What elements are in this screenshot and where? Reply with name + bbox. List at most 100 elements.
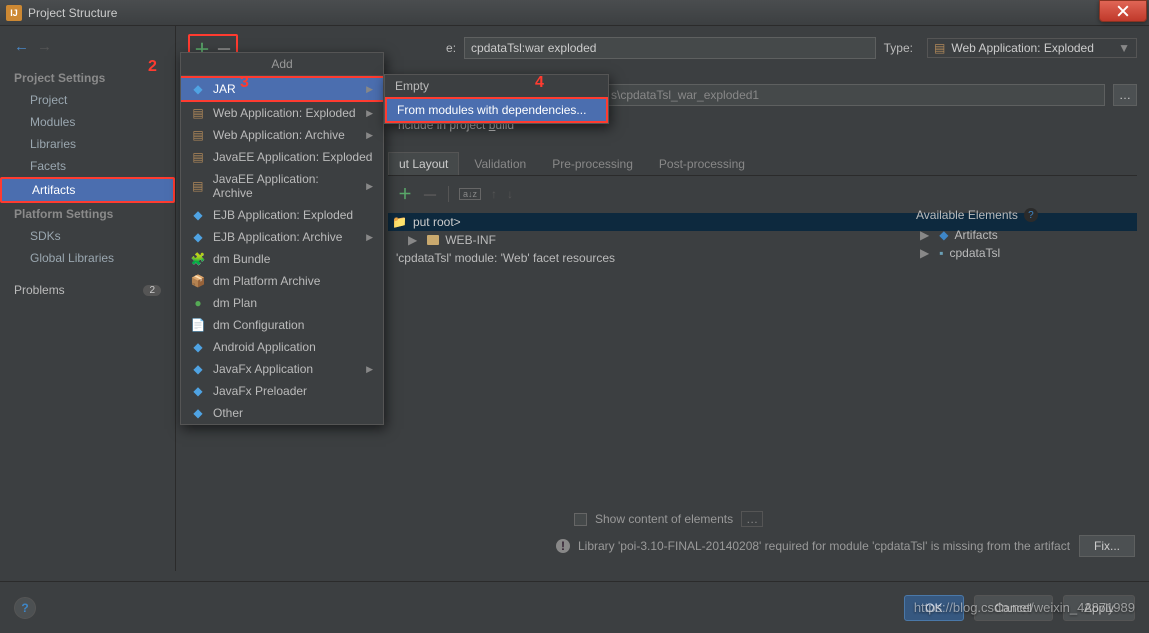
menu-item-dm-plan[interactable]: ●dm Plan — [181, 292, 383, 314]
sidebar-item-artifacts[interactable]: Artifacts — [0, 177, 175, 203]
folder-icon: 📁 — [392, 215, 407, 229]
add-menu-title: Add — [181, 53, 383, 76]
expand-icon[interactable]: ▶ — [920, 246, 929, 260]
submenu-arrow-icon: ▶ — [366, 364, 373, 375]
annotation-4: 4 — [535, 74, 544, 92]
platform-icon: 📦 — [191, 274, 205, 288]
other-icon: ◆ — [191, 406, 205, 420]
add-menu: Add ◆JAR▶ ▤Web Application: Exploded▶ ▤W… — [180, 52, 384, 425]
web-icon: ▤ — [191, 128, 205, 142]
menu-item-dm-bundle[interactable]: 🧩dm Bundle — [181, 248, 383, 270]
menu-item-android[interactable]: ◆Android Application — [181, 336, 383, 358]
show-content-checkbox[interactable] — [574, 513, 587, 526]
menu-item-dm-platform[interactable]: 📦dm Platform Archive — [181, 270, 383, 292]
annotation-2: 2 — [148, 58, 157, 76]
menu-item-javaee-exploded[interactable]: ▤JavaEE Application: Exploded — [181, 146, 383, 168]
problems-label: Problems — [14, 283, 65, 297]
javafx-icon: ◆ — [191, 362, 205, 376]
menu-item-ejb-archive[interactable]: ◆EJB Application: Archive▶ — [181, 226, 383, 248]
sort-icon[interactable]: a↓z — [459, 188, 481, 200]
sidebar: ← → 2 Project Settings Project Modules L… — [0, 26, 175, 571]
expand-icon[interactable]: ▶ — [408, 233, 417, 247]
type-label: Type: — [884, 41, 913, 55]
titlebar: IJ Project Structure — [0, 0, 1149, 26]
available-module[interactable]: ▶ ▪ cpdataTsl — [916, 244, 1149, 262]
android-icon: ◆ — [191, 340, 205, 354]
layout-add-icon[interactable]: ＋ — [398, 184, 412, 204]
warning-row: ! Library 'poi-3.10-FINAL-20140208' requ… — [556, 535, 1135, 557]
available-elements: Available Elements ? ▶ ◆ Artifacts ▶ ▪ c… — [916, 204, 1149, 262]
menu-item-javafx-preloader[interactable]: ◆JavaFx Preloader — [181, 380, 383, 402]
javafx-icon: ◆ — [191, 384, 205, 398]
watermark: https://blog.csdn.net/weixin_42871989 — [914, 600, 1135, 615]
help-icon[interactable]: ? — [1024, 208, 1038, 222]
menu-item-other[interactable]: ◆Other — [181, 402, 383, 424]
window-title: Project Structure — [28, 6, 117, 20]
tab-output-layout[interactable]: ut Layout — [388, 152, 459, 175]
browse-button[interactable]: … — [1113, 84, 1137, 106]
type-select[interactable]: ▤ Web Application: Exploded ▼ — [927, 38, 1137, 58]
submenu-arrow-icon: ▶ — [366, 84, 373, 95]
jar-icon: ◆ — [191, 82, 205, 96]
web-icon: ▤ — [191, 106, 205, 120]
sidebar-item-project[interactable]: Project — [0, 89, 175, 111]
folder-icon — [427, 235, 439, 245]
close-button[interactable] — [1099, 0, 1147, 22]
type-icon: ▤ — [934, 41, 945, 55]
problems-count: 2 — [143, 285, 161, 296]
expand-icon[interactable]: ▶ — [920, 228, 929, 242]
forward-icon[interactable]: → — [37, 38, 52, 55]
chevron-down-icon: ▼ — [1118, 41, 1130, 55]
ejb-icon: ◆ — [191, 230, 205, 244]
bundle-icon: 🧩 — [191, 252, 205, 266]
config-icon: 📄 — [191, 318, 205, 332]
help-button[interactable]: ? — [14, 597, 36, 619]
show-content-row: Show content of elements … — [574, 511, 763, 527]
fix-button[interactable]: Fix... — [1079, 535, 1135, 557]
sidebar-item-sdks[interactable]: SDKs — [0, 225, 175, 247]
submenu-empty[interactable]: Empty — [385, 75, 608, 97]
sidebar-item-global-libraries[interactable]: Global Libraries — [0, 247, 175, 269]
back-icon[interactable]: ← — [14, 38, 29, 55]
artifact-icon: ◆ — [939, 228, 948, 242]
sidebar-item-modules[interactable]: Modules — [0, 111, 175, 133]
javaee-icon: ▤ — [191, 150, 205, 164]
type-value: Web Application: Exploded — [951, 41, 1094, 55]
tab-post-processing[interactable]: Post-processing — [648, 152, 756, 175]
menu-item-web-exploded[interactable]: ▤Web Application: Exploded▶ — [181, 102, 383, 124]
available-elements-header: Available Elements ? — [916, 204, 1149, 226]
menu-item-ejb-exploded[interactable]: ◆EJB Application: Exploded — [181, 204, 383, 226]
menu-item-javafx[interactable]: ◆JavaFx Application▶ — [181, 358, 383, 380]
submenu-from-modules[interactable]: From modules with dependencies... — [385, 97, 608, 123]
app-icon: IJ — [6, 5, 22, 21]
menu-item-dm-config[interactable]: 📄dm Configuration — [181, 314, 383, 336]
javaee-icon: ▤ — [191, 179, 205, 193]
menu-item-javaee-archive[interactable]: ▤JavaEE Application: Archive▶ — [181, 168, 383, 204]
plan-icon: ● — [191, 296, 205, 310]
tabs: ut Layout Validation Pre-processing Post… — [388, 152, 1137, 176]
warning-text: Library 'poi-3.10-FINAL-20140208' requir… — [578, 539, 1070, 553]
layout-remove-icon[interactable]: － — [422, 182, 438, 206]
available-artifacts[interactable]: ▶ ◆ Artifacts — [916, 226, 1149, 244]
output-path-input[interactable] — [604, 84, 1105, 106]
sidebar-item-problems[interactable]: Problems 2 — [0, 279, 175, 301]
section-platform-settings: Platform Settings — [0, 203, 175, 225]
ejb-icon: ◆ — [191, 208, 205, 222]
menu-item-jar[interactable]: ◆JAR▶ — [181, 76, 383, 102]
move-up-icon[interactable]: ↑ — [491, 187, 497, 201]
tab-validation[interactable]: Validation — [463, 152, 537, 175]
annotation-3: 3 — [240, 74, 249, 92]
sidebar-item-facets[interactable]: Facets — [0, 155, 175, 177]
show-content-more[interactable]: … — [741, 511, 763, 527]
submenu-arrow-icon: ▶ — [366, 181, 373, 192]
submenu-arrow-icon: ▶ — [366, 232, 373, 243]
artifact-name-input[interactable] — [464, 37, 876, 59]
submenu-arrow-icon: ▶ — [366, 130, 373, 141]
name-label: e: — [446, 41, 456, 55]
module-icon: ▪ — [939, 246, 943, 260]
jar-submenu: Empty From modules with dependencies... — [384, 74, 609, 124]
menu-item-web-archive[interactable]: ▤Web Application: Archive▶ — [181, 124, 383, 146]
tab-pre-processing[interactable]: Pre-processing — [541, 152, 644, 175]
sidebar-item-libraries[interactable]: Libraries — [0, 133, 175, 155]
move-down-icon[interactable]: ↓ — [507, 187, 513, 201]
